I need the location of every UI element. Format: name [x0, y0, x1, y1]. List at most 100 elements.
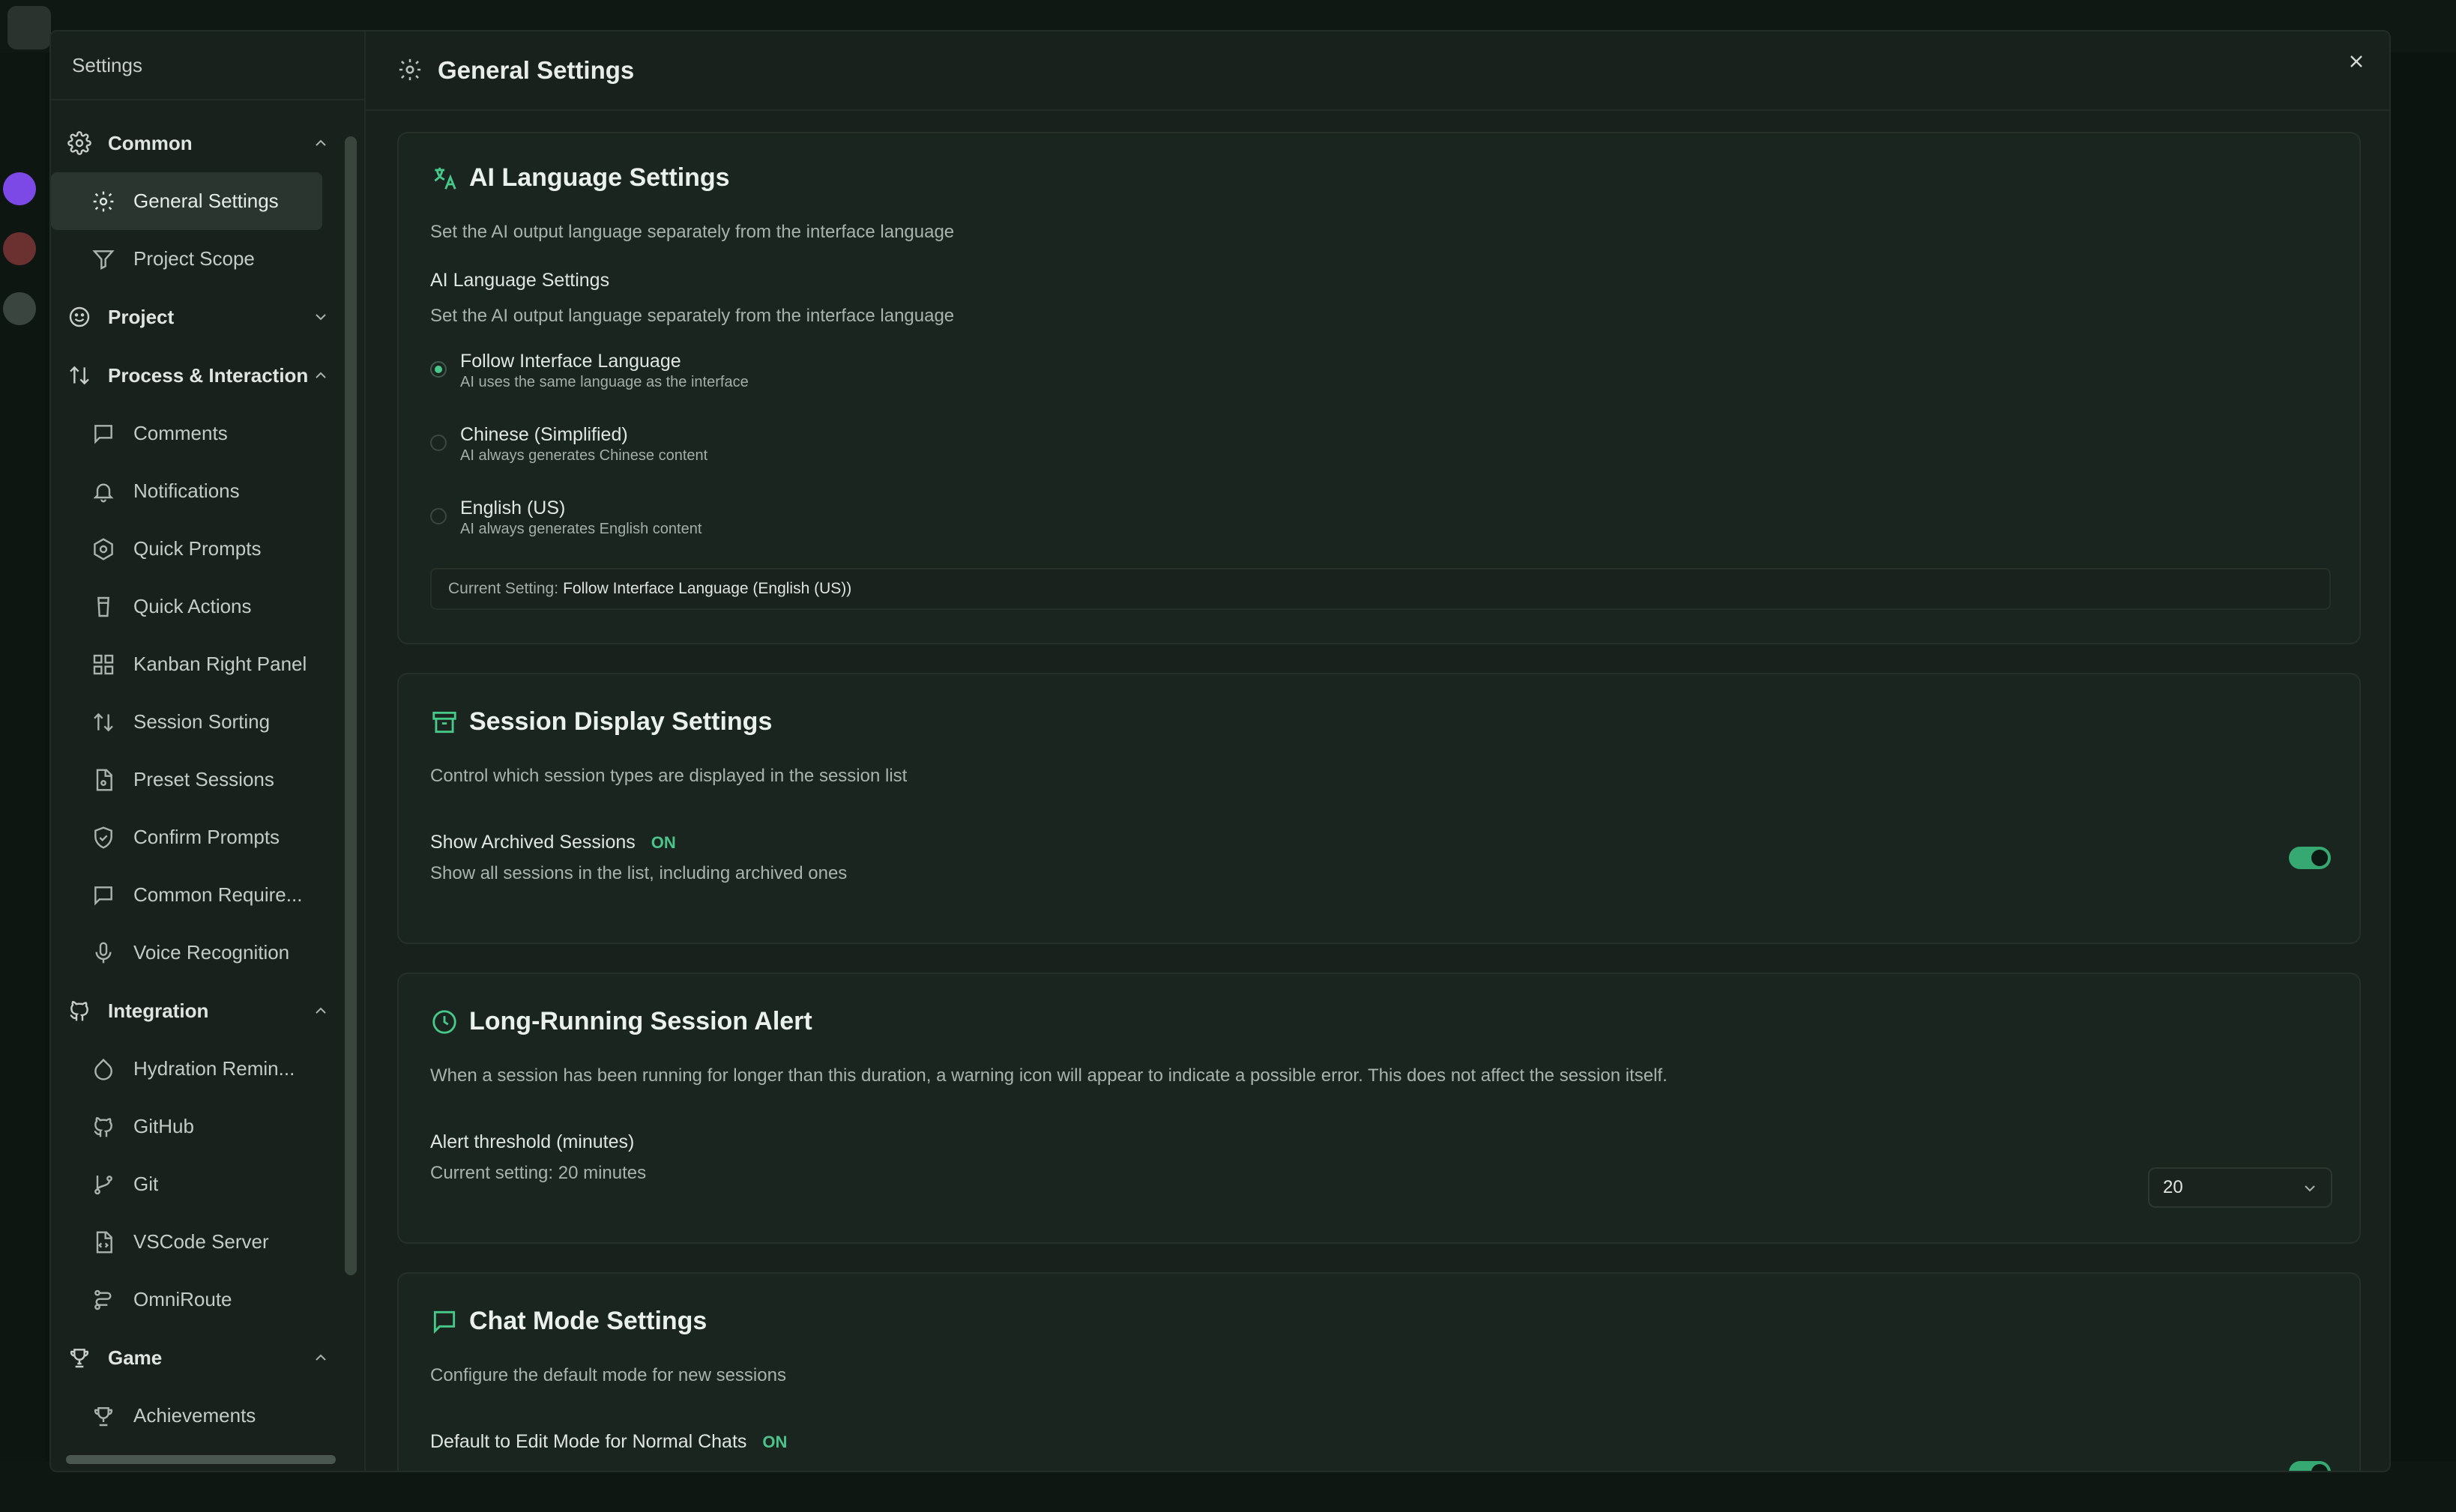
route-icon — [90, 1286, 117, 1313]
nav-item-quick-prompts[interactable]: Quick Prompts — [51, 520, 330, 578]
nav-item-label: Preset Sessions — [133, 768, 274, 790]
nav-item-voice-recognition[interactable]: Voice Recognition — [51, 924, 330, 982]
nav-group-label: Process & Interaction — [108, 363, 309, 387]
radio-title: English (US) — [460, 498, 566, 518]
nav-item-label: Session Sorting — [133, 710, 271, 733]
radio-subtitle: AI always generates English content — [460, 521, 702, 537]
nav-item-preset-sessions[interactable]: Preset Sessions — [51, 751, 330, 808]
section-description: Control which session types are displaye… — [430, 766, 908, 786]
radio-button[interactable] — [430, 508, 447, 524]
comment-icon — [430, 1307, 459, 1336]
nav-group-process-interaction[interactable]: Process & Interaction — [51, 346, 351, 405]
nav-group-label: Project — [108, 305, 175, 328]
nav-item-achievements[interactable]: Achievements — [51, 1387, 330, 1445]
gear-icon — [90, 188, 117, 215]
comment-icon — [90, 420, 117, 447]
nav-item-label: Git — [133, 1173, 159, 1195]
close-button[interactable] — [2341, 46, 2371, 76]
settings-dialog: Settings Common General Settings Project… — [49, 30, 2391, 1472]
field-description: Set the AI output language separately fr… — [430, 306, 955, 326]
radio-subtitle: AI uses the same language as the interfa… — [460, 374, 749, 390]
chevron-up-icon — [312, 1002, 330, 1020]
nav-item-vscode-server[interactable]: VSCode Server — [51, 1213, 330, 1271]
section-description: Set the AI output language separately fr… — [430, 222, 955, 242]
background-sidebar — [0, 52, 45, 1512]
chat-mode-card: Chat Mode Settings Configure the default… — [397, 1272, 2361, 1471]
nav-item-session-sorting[interactable]: Session Sorting — [51, 693, 330, 751]
current-setting-box: Current Setting: Follow Interface Langua… — [430, 568, 2331, 610]
radio-title: Follow Interface Language — [460, 351, 681, 372]
nav-group-game[interactable]: Game — [51, 1328, 351, 1387]
show-archived-toggle[interactable] — [2289, 847, 2331, 869]
status-badge: ON — [651, 833, 676, 852]
section-description: Configure the default mode for new sessi… — [430, 1365, 786, 1385]
archive-icon — [430, 708, 459, 737]
nav-item-kanban-right-panel[interactable]: Kanban Right Panel — [51, 635, 330, 693]
nav-group-project[interactable]: Project — [51, 288, 351, 346]
hexagon-icon — [90, 536, 117, 563]
current-setting-prefix: Current Setting: — [448, 580, 559, 597]
mic-icon — [90, 940, 117, 967]
nav-item-git[interactable]: Git — [51, 1155, 330, 1213]
nav-group-integration[interactable]: Integration — [51, 982, 351, 1040]
nav-item-omniroute[interactable]: OmniRoute — [51, 1271, 330, 1328]
session-display-card: Session Display Settings Control which s… — [397, 673, 2361, 944]
file-icon — [90, 766, 117, 793]
nav-item-label: GitHub — [133, 1115, 194, 1137]
sort-icon — [90, 709, 117, 736]
nav-item-confirm-prompts[interactable]: Confirm Prompts — [51, 808, 330, 866]
nav-item-label: Confirm Prompts — [133, 826, 280, 848]
radio-button[interactable] — [430, 435, 447, 451]
gear-icon — [66, 130, 93, 157]
nav-item-comments[interactable]: Comments — [51, 405, 330, 462]
nav-item-label: Quick Actions — [133, 595, 252, 617]
settings-content: General Settings AI Language Settings Se… — [366, 31, 2389, 1471]
section-description: When a session has been running for long… — [430, 1065, 1668, 1086]
sidebar-horizontal-scrollbar[interactable] — [66, 1455, 336, 1464]
nav-item-label: OmniRoute — [133, 1288, 232, 1310]
code-file-icon — [90, 1229, 117, 1256]
nav-item-hydration-reminder[interactable]: Hydration Remin... — [51, 1040, 330, 1098]
chevron-down-icon — [2301, 1179, 2319, 1197]
comment-icon — [90, 882, 117, 909]
radio-english-us[interactable]: English (US) AI always generates English… — [430, 498, 702, 538]
nav-item-label: Project Scope — [133, 247, 255, 270]
nav-group-common[interactable]: Common — [51, 114, 351, 172]
nav-item-label: Common Require... — [133, 883, 303, 906]
chevron-down-icon — [312, 308, 330, 326]
field-label-row: Show Archived Sessions ON — [430, 832, 676, 853]
nav-item-notifications[interactable]: Notifications — [51, 462, 330, 520]
section-title-text: Chat Mode Settings — [469, 1307, 707, 1335]
git-branch-icon — [90, 1171, 117, 1198]
alert-threshold-select[interactable]: 20 — [2148, 1167, 2332, 1208]
nav-group-label: Integration — [108, 999, 209, 1022]
nav-item-label: Hydration Remin... — [133, 1057, 295, 1080]
section-title-text: AI Language Settings — [469, 163, 730, 192]
nav-item-project-scope[interactable]: Project Scope — [51, 230, 330, 288]
filter-icon — [90, 246, 117, 273]
clock-icon — [430, 1008, 459, 1036]
cup-icon — [90, 593, 117, 620]
edit-mode-toggle[interactable] — [2289, 1461, 2331, 1471]
page-header: General Settings — [366, 31, 2389, 111]
nav-item-github[interactable]: GitHub — [51, 1098, 330, 1155]
bell-icon — [90, 478, 117, 505]
page-title: General Settings — [438, 56, 635, 84]
field-label: Alert threshold (minutes) — [430, 1131, 635, 1152]
nav-item-quick-actions[interactable]: Quick Actions — [51, 578, 330, 635]
nav-item-common-requirements[interactable]: Common Require... — [51, 866, 330, 924]
app-logo — [7, 6, 51, 49]
nav-item-label: VSCode Server — [133, 1230, 269, 1253]
avatar — [3, 232, 36, 265]
field-description: Current setting: 20 minutes — [430, 1163, 647, 1183]
nav-item-label: Notifications — [133, 480, 240, 502]
radio-chinese-simplified[interactable]: Chinese (Simplified) AI always generates… — [430, 424, 707, 465]
long-running-alert-card: Long-Running Session Alert When a sessio… — [397, 973, 2361, 1244]
sidebar-scrollbar[interactable] — [345, 136, 357, 1275]
radio-title: Chinese (Simplified) — [460, 424, 628, 445]
nav-item-label: General Settings — [133, 190, 279, 212]
radio-button[interactable] — [430, 361, 447, 378]
nav-item-general-settings[interactable]: General Settings — [51, 172, 322, 230]
radio-follow-interface[interactable]: Follow Interface Language AI uses the sa… — [430, 351, 749, 391]
field-label: Default to Edit Mode for Normal Chats — [430, 1431, 747, 1452]
